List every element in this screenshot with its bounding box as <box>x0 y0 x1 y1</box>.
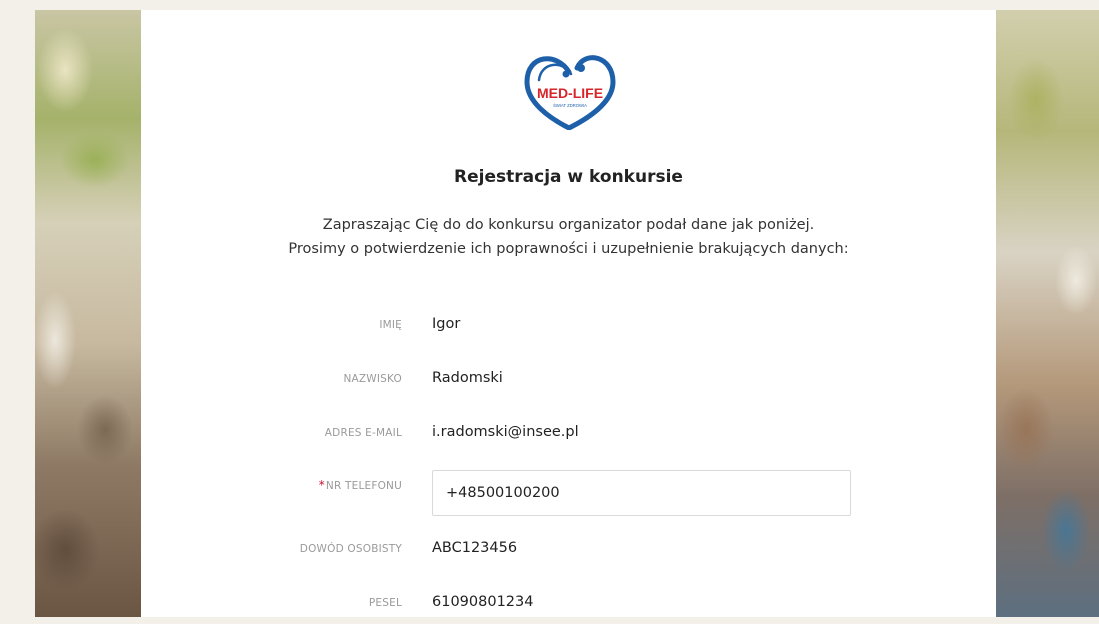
last-name-value: Radomski <box>432 370 503 386</box>
first-name-value: Igor <box>432 316 461 332</box>
page-title: Rejestracja w konkursie <box>454 167 683 187</box>
last-name-label: NAZWISKO <box>343 373 402 385</box>
pesel-value: 61090801234 <box>432 594 534 610</box>
logo-tagline: ŚWIAT ZDROWIA <box>553 103 587 108</box>
background-photo-left <box>35 10 141 617</box>
intro-line-1: Zapraszając Cię do do konkursu organizat… <box>322 217 815 233</box>
required-asterisk: * <box>318 478 325 492</box>
logo-name: MED-LIFE <box>537 85 603 101</box>
email-label: ADRES E-MAIL <box>324 427 402 439</box>
med-life-logo: MED-LIFE ŚWIAT ZDROWIA <box>524 55 616 130</box>
registration-card: MED-LIFE ŚWIAT ZDROWIA Rejestracja w kon… <box>141 10 996 617</box>
field-phone: *NR TELEFONU <box>141 470 996 516</box>
intro-line-2: Prosimy o potwierdzenie ich poprawności … <box>288 241 849 257</box>
id-card-label: DOWÓD OSOBISTY <box>299 543 402 555</box>
id-card-value: ABC123456 <box>432 540 518 556</box>
background-photo-right <box>996 10 1099 617</box>
pesel-label: PESEL <box>368 597 402 609</box>
field-last-name: NAZWISKO Radomski <box>141 370 996 400</box>
first-name-label: IMIĘ <box>379 319 402 331</box>
field-id-card: DOWÓD OSOBISTY ABC123456 <box>141 540 996 570</box>
phone-label: *NR TELEFONU <box>202 478 402 492</box>
field-pesel: PESEL 61090801234 <box>141 594 996 624</box>
phone-input[interactable] <box>432 470 851 516</box>
email-value: i.radomski@insee.pl <box>432 424 579 440</box>
intro-text: Zapraszając Cię do do konkursu organizat… <box>141 213 996 261</box>
phone-label-text: NR TELEFONU <box>325 480 402 492</box>
field-email: ADRES E-MAIL i.radomski@insee.pl <box>141 424 996 454</box>
field-first-name: IMIĘ Igor <box>141 316 996 346</box>
